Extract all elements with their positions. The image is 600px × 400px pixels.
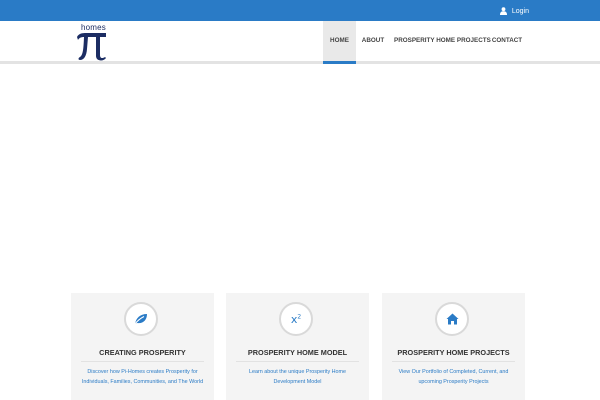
nav-item-contact[interactable]: CONTACT bbox=[489, 21, 525, 61]
nav-item-prosperity-home-projects[interactable]: PROSPERITY HOME PROJECTS bbox=[394, 21, 491, 61]
feature-card-title: PROSPERITY HOME PROJECTS bbox=[397, 348, 510, 357]
user-icon bbox=[499, 7, 507, 15]
feature-icon-circle bbox=[124, 302, 158, 336]
header-divider bbox=[0, 61, 600, 64]
feature-card-description[interactable]: Learn about the unique Prosperity Home D… bbox=[234, 367, 361, 387]
feature-icon-circle: x2 bbox=[279, 302, 313, 336]
main-nav: HOME ABOUT PROSPERITY HOME PROJECTS CONT… bbox=[0, 21, 600, 64]
nav-item-about-label: ABOUT bbox=[361, 37, 385, 44]
feature-icon-circle bbox=[435, 302, 469, 336]
leaf-icon bbox=[134, 314, 147, 325]
home-icon bbox=[446, 313, 458, 325]
feature-card-prosperity-home-model[interactable]: x2 PROSPERITY HOME MODEL Learn about the… bbox=[226, 293, 369, 400]
login-link[interactable]: Login bbox=[499, 5, 529, 17]
feature-card-divider bbox=[236, 361, 359, 362]
nav-item-home-label: HOME bbox=[330, 37, 349, 44]
feature-card-title: CREATING PROSPERITY bbox=[99, 348, 186, 357]
feature-card-divider bbox=[392, 361, 515, 362]
nav-item-projects-label: PROSPERITY HOME PROJECTS bbox=[394, 37, 491, 44]
feature-card-prosperity-home-projects[interactable]: PROSPERITY HOME PROJECTS View Our Portfo… bbox=[382, 293, 525, 400]
feature-card-divider bbox=[81, 361, 204, 362]
nav-item-contact-label: CONTACT bbox=[491, 37, 523, 44]
feature-card-description[interactable]: View Our Portfolio of Completed, Current… bbox=[390, 367, 517, 387]
feature-card-title: PROSPERITY HOME MODEL bbox=[247, 348, 348, 357]
login-label: Login bbox=[511, 7, 529, 15]
feature-card-creating-prosperity[interactable]: CREATING PROSPERITY Discover how Pi-Home… bbox=[71, 293, 214, 400]
x-squared-icon: x2 bbox=[290, 312, 302, 326]
nav-item-about[interactable]: ABOUT bbox=[358, 21, 388, 61]
nav-item-home[interactable]: HOME bbox=[323, 21, 356, 64]
feature-card-description[interactable]: Discover how Pi-Homes creates Prosperity… bbox=[79, 367, 206, 387]
top-bar: Login bbox=[0, 0, 600, 21]
